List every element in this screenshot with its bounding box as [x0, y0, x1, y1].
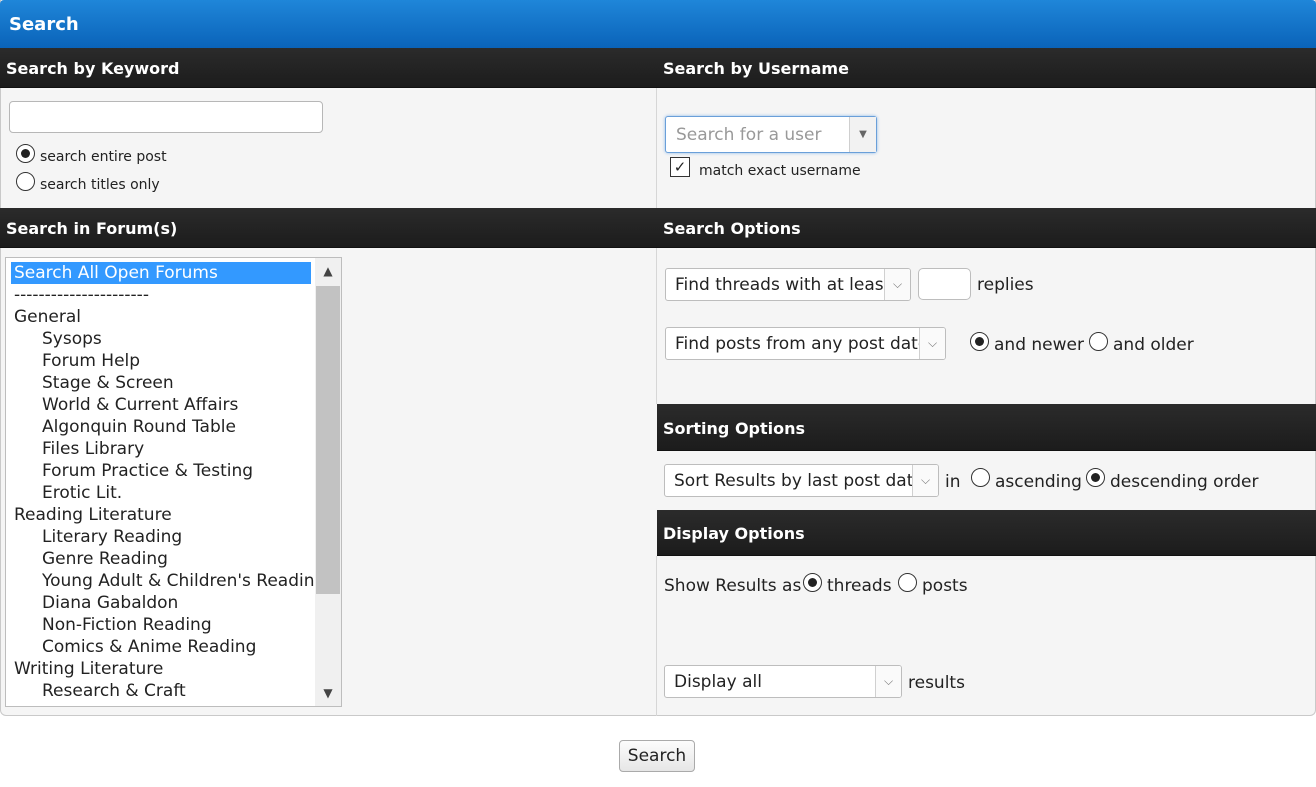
- sort-by-select-value: Sort Results by last post date: [674, 471, 924, 491]
- page-title: Search: [0, 0, 1316, 48]
- column-divider: [656, 88, 657, 208]
- chevron-down-icon: ⌵: [912, 465, 938, 496]
- forum-list-item[interactable]: Diana Gabaldon: [11, 592, 311, 614]
- search-entire-post-label: search entire post: [40, 149, 167, 165]
- descending-label: descending order: [1110, 472, 1259, 492]
- dropdown-arrow-icon[interactable]: ▼: [849, 117, 876, 152]
- forum-list: Search All Open Forums ------------------…: [11, 262, 325, 702]
- scroll-up-icon[interactable]: ▲: [315, 258, 341, 284]
- forum-list-item[interactable]: Non-Fiction Reading: [11, 614, 311, 636]
- match-exact-username-label: match exact username: [699, 163, 861, 179]
- forum-list-item[interactable]: Search All Open Forums: [11, 262, 311, 284]
- username-section-heading: Search by Username: [657, 48, 1316, 88]
- and-newer-radio[interactable]: [970, 332, 989, 351]
- forum-list-item[interactable]: Reading Literature: [11, 504, 311, 526]
- forum-list-item[interactable]: Files Library: [11, 438, 311, 460]
- chevron-down-icon: ⌵: [919, 328, 945, 359]
- match-exact-username-checkbox[interactable]: ✓: [670, 157, 690, 177]
- post-date-select-value: Find posts from any post date: [675, 334, 929, 354]
- and-newer-label: and newer: [994, 335, 1084, 355]
- display-options-heading: Display Options: [657, 510, 1316, 556]
- results-label: results: [908, 673, 965, 693]
- keyword-section-heading: Search by Keyword: [0, 48, 657, 88]
- display-count-select-value: Display all: [674, 672, 762, 692]
- post-date-select[interactable]: Find posts from any post date ⌵: [665, 327, 946, 360]
- username-search-combobox[interactable]: Search for a user ▼: [665, 116, 877, 153]
- forum-list-scrollbar[interactable]: ▲ ▼: [315, 258, 341, 706]
- show-threads-radio[interactable]: [803, 573, 822, 592]
- forum-list-item[interactable]: Research & Craft: [11, 680, 311, 702]
- forum-list-item[interactable]: Writing Literature: [11, 658, 311, 680]
- descending-radio[interactable]: [1086, 468, 1105, 487]
- forum-list-item[interactable]: Forum Help: [11, 350, 311, 372]
- ascending-radio[interactable]: [971, 468, 990, 487]
- forum-list-item[interactable]: Young Adult & Children's Reading: [11, 570, 325, 592]
- forum-list-item[interactable]: ----------------------: [11, 284, 311, 306]
- username-placeholder: Search for a user: [676, 125, 822, 145]
- chevron-down-icon: ⌵: [884, 269, 910, 300]
- forum-list-item[interactable]: Sysops: [11, 328, 311, 350]
- forum-list-item[interactable]: World & Current Affairs: [11, 394, 311, 416]
- show-threads-label: threads: [827, 576, 892, 596]
- forum-listbox[interactable]: Search All Open Forums ------------------…: [5, 257, 342, 707]
- scrollbar-thumb[interactable]: [316, 286, 340, 594]
- sort-by-select[interactable]: Sort Results by last post date ⌵: [664, 464, 939, 497]
- and-older-radio[interactable]: [1089, 332, 1108, 351]
- replies-label: replies: [977, 275, 1034, 295]
- forum-list-item[interactable]: Stage & Screen: [11, 372, 311, 394]
- column-divider: [656, 556, 657, 716]
- forum-list-item[interactable]: Forum Practice & Testing: [11, 460, 311, 482]
- scroll-down-icon[interactable]: ▼: [315, 680, 341, 706]
- thread-replies-select[interactable]: Find threads with at least ⌵: [665, 268, 911, 301]
- chevron-down-icon: ⌵: [875, 666, 901, 697]
- search-entire-post-radio[interactable]: [16, 144, 35, 163]
- forum-list-item[interactable]: Literary Reading: [11, 526, 311, 548]
- sorting-options-heading: Sorting Options: [657, 404, 1316, 451]
- search-submit-button[interactable]: Search: [619, 740, 695, 772]
- search-titles-only-radio[interactable]: [16, 172, 35, 191]
- sort-in-label: in: [945, 472, 961, 492]
- forums-section-heading: Search in Forum(s): [0, 208, 657, 248]
- column-divider: [656, 248, 657, 404]
- show-posts-label: posts: [922, 576, 968, 596]
- keyword-input[interactable]: [9, 101, 323, 133]
- forum-list-item[interactable]: Genre Reading: [11, 548, 311, 570]
- forum-list-item[interactable]: Algonquin Round Table: [11, 416, 311, 438]
- search-titles-only-label: search titles only: [40, 177, 160, 193]
- ascending-label: ascending: [995, 472, 1082, 492]
- show-posts-radio[interactable]: [898, 573, 917, 592]
- forum-list-item[interactable]: General: [11, 306, 311, 328]
- replies-count-input[interactable]: [918, 268, 971, 300]
- forum-list-item[interactable]: Comics & Anime Reading: [11, 636, 311, 658]
- and-older-label: and older: [1113, 335, 1194, 355]
- forum-list-item[interactable]: Erotic Lit.: [11, 482, 311, 504]
- thread-replies-select-value: Find threads with at least: [675, 275, 891, 295]
- display-count-select[interactable]: Display all ⌵: [664, 665, 902, 698]
- show-results-label: Show Results as: [664, 576, 802, 596]
- search-options-heading: Search Options: [657, 208, 1316, 248]
